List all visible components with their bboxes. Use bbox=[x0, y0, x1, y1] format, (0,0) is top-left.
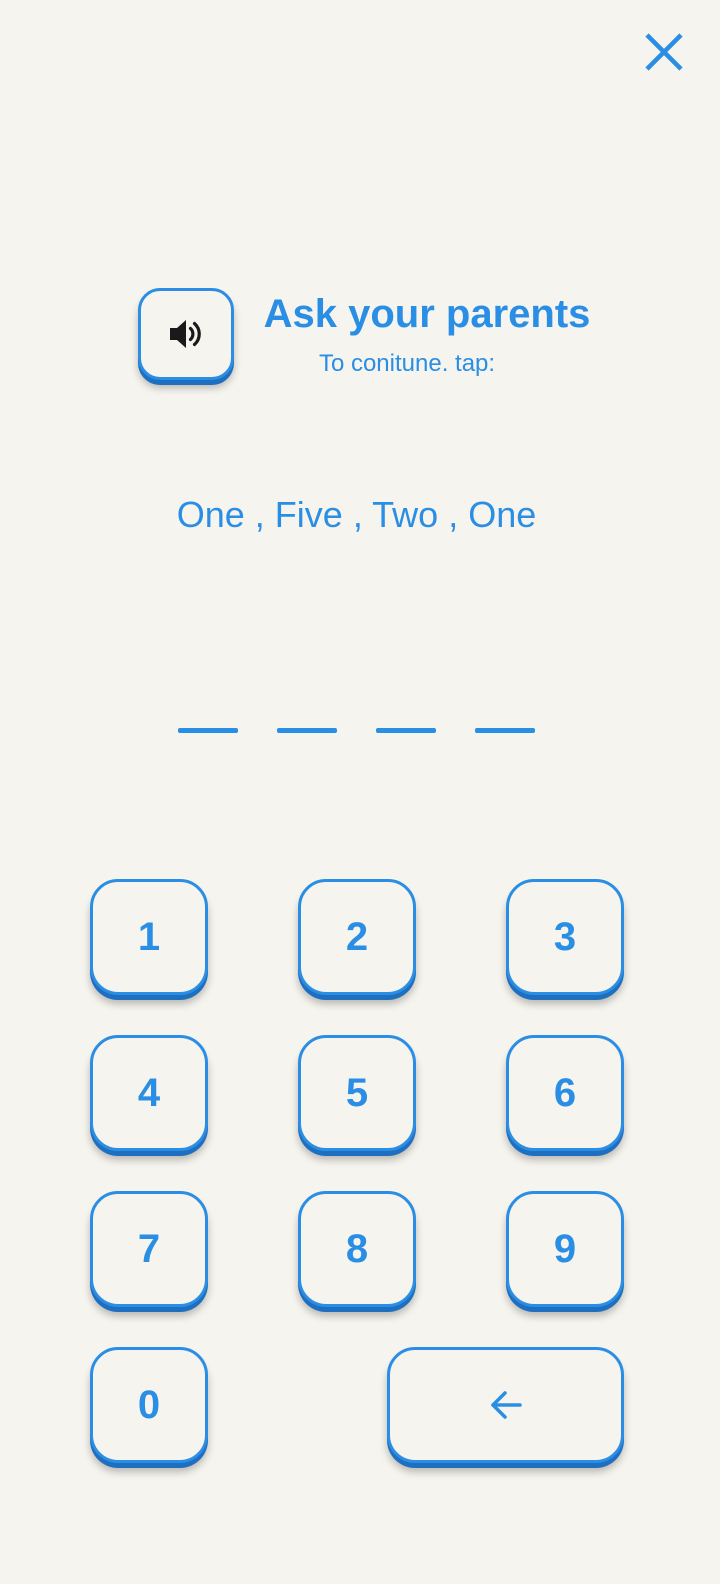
instruction-text: To conitune. tap: bbox=[318, 350, 496, 377]
code-words: One , Five , Two , One bbox=[176, 494, 537, 535]
keypad-key-2[interactable]: 2 bbox=[298, 879, 416, 995]
code-slot-2 bbox=[277, 728, 337, 733]
speaker-icon bbox=[170, 320, 201, 348]
code-entry-slots bbox=[178, 728, 538, 734]
code-slot-4 bbox=[475, 728, 535, 733]
keypad-key-8[interactable]: 8 bbox=[298, 1191, 416, 1307]
keypad-key-9[interactable]: 9 bbox=[506, 1191, 624, 1307]
keypad-key-0[interactable]: 0 bbox=[90, 1347, 208, 1463]
backspace-button[interactable] bbox=[387, 1347, 624, 1463]
play-audio-button[interactable] bbox=[138, 288, 234, 380]
keypad-key-5[interactable]: 5 bbox=[298, 1035, 416, 1151]
keypad-key-4[interactable]: 4 bbox=[90, 1035, 208, 1151]
keypad-key-7[interactable]: 7 bbox=[90, 1191, 208, 1307]
code-slot-3 bbox=[376, 728, 436, 733]
close-button[interactable] bbox=[640, 28, 688, 76]
close-icon bbox=[645, 33, 683, 71]
page-title: Ask your parents bbox=[263, 292, 591, 336]
arrow-left-icon bbox=[490, 1391, 522, 1419]
keypad-key-6[interactable]: 6 bbox=[506, 1035, 624, 1151]
code-slot-1 bbox=[178, 728, 238, 733]
keypad-key-3[interactable]: 3 bbox=[506, 879, 624, 995]
keypad-key-1[interactable]: 1 bbox=[90, 879, 208, 995]
